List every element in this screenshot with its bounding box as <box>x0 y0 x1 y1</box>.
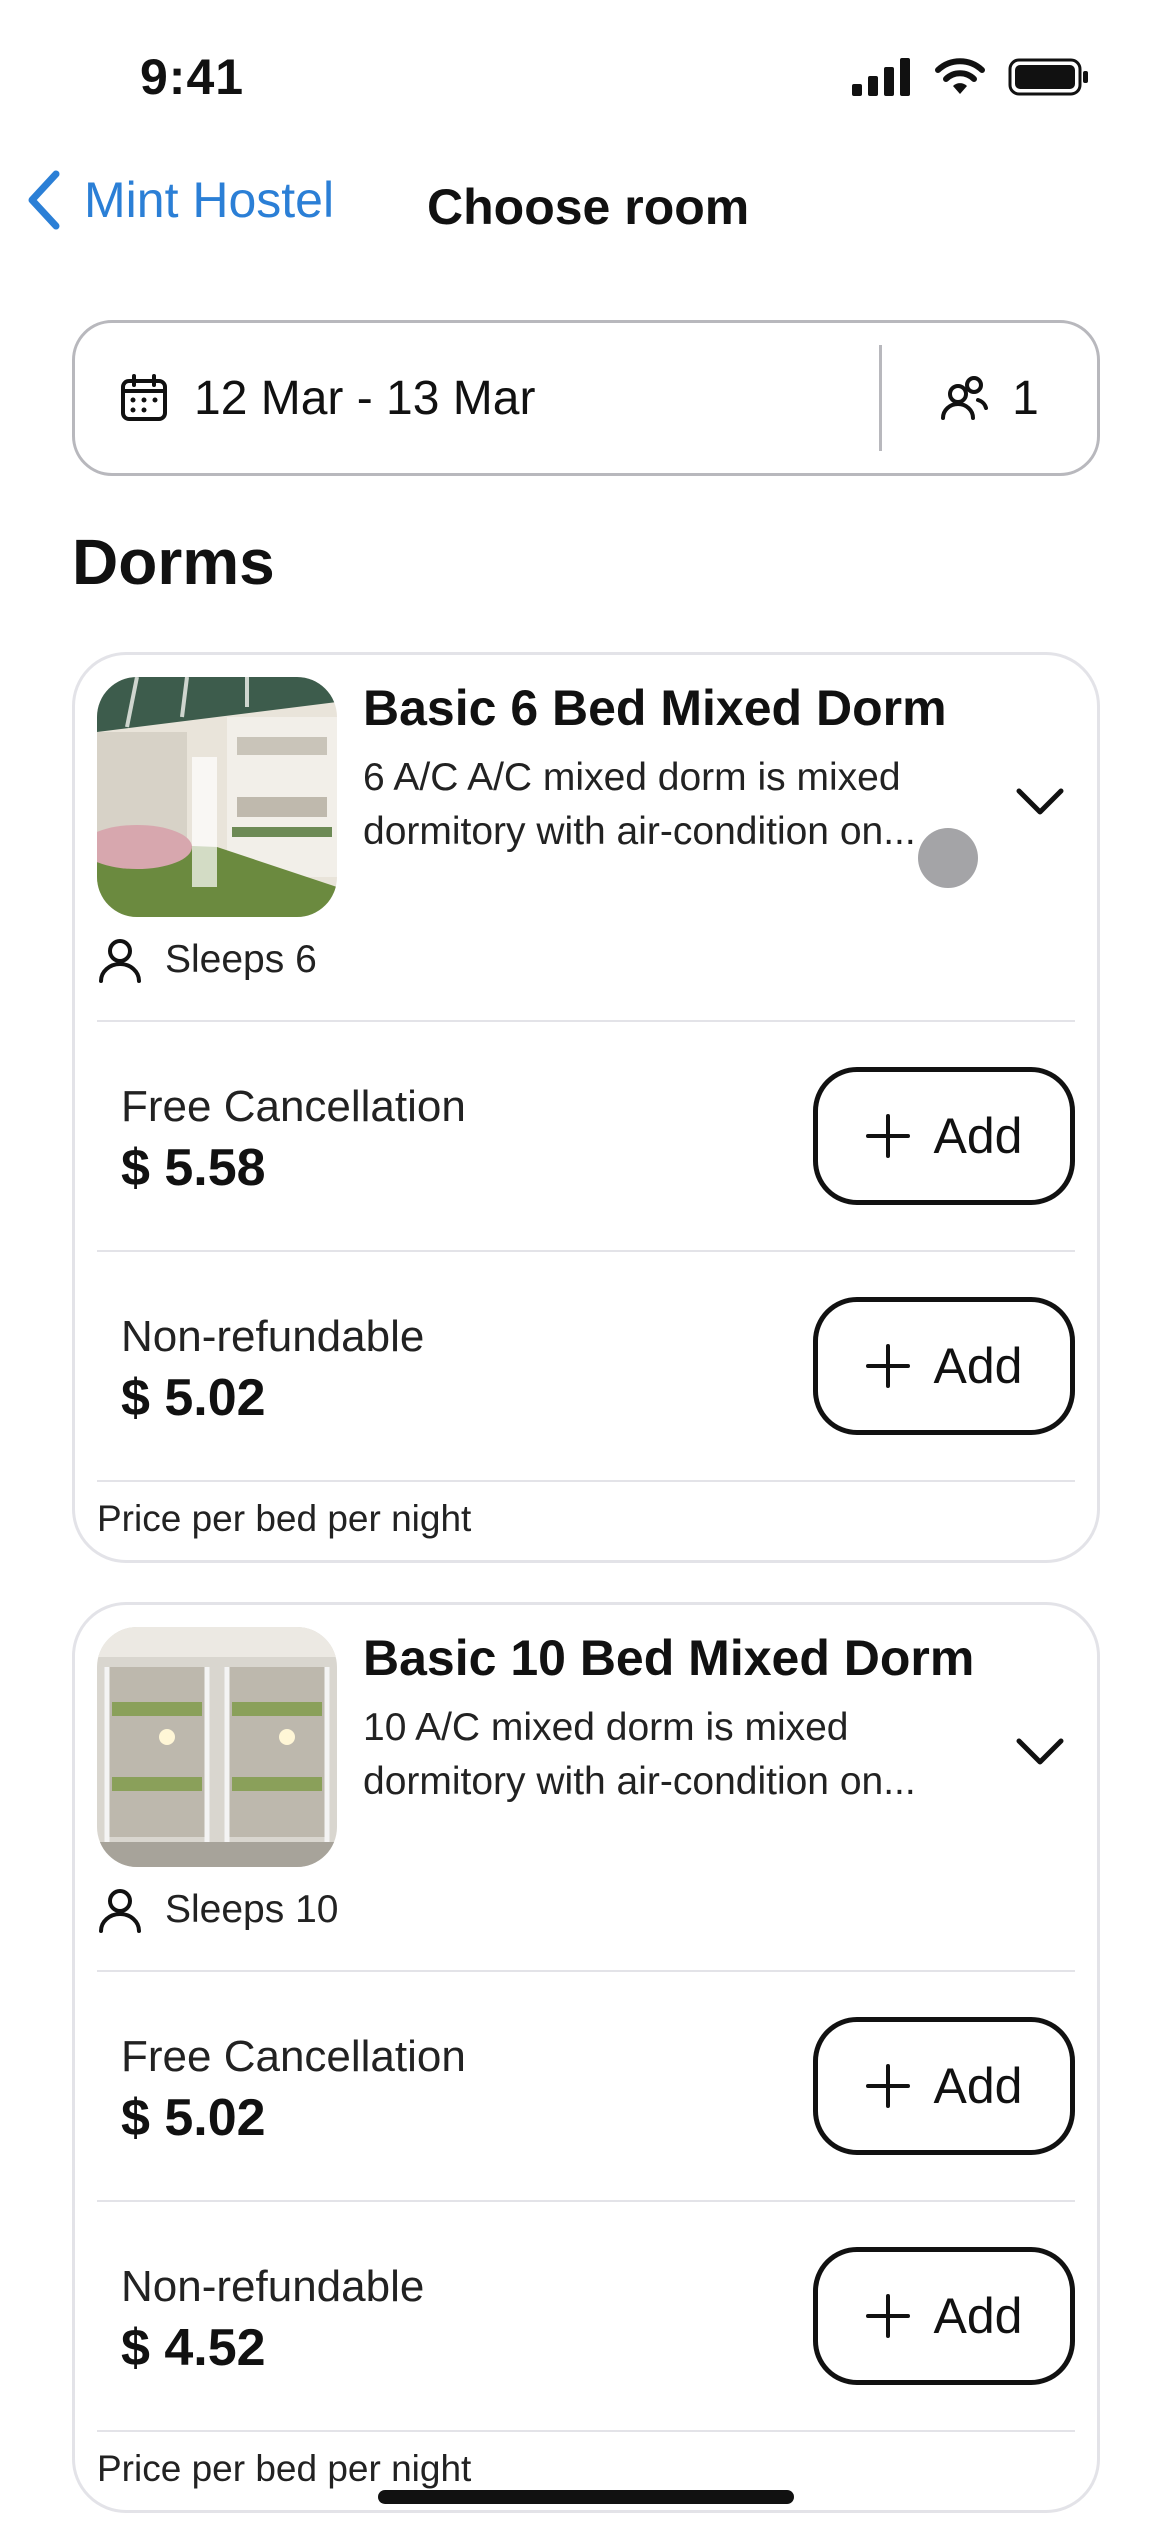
sleeps-text: Sleeps 10 <box>165 1888 339 1931</box>
nav-bar: Mint Hostel Choose room <box>0 160 1170 250</box>
plus-icon <box>865 2294 910 2338</box>
person-icon <box>99 939 141 983</box>
plus-icon <box>865 1344 910 1388</box>
room-description: 10 A/C mixed dorm is mixed dormitory wit… <box>363 1706 916 1803</box>
price-note: Price per bed per night <box>97 2448 472 2489</box>
rate-option: Non-refundable $ 5.02 Add <box>97 1250 1075 1480</box>
rate-label: Free Cancellation <box>121 1082 466 1131</box>
room-name: Basic 10 Bed Mixed Dorm <box>363 1630 975 1686</box>
guests-selector[interactable]: 1 <box>882 323 1097 473</box>
add-label: Add <box>933 1338 1023 1394</box>
touch-indicator <box>918 828 978 888</box>
guests-icon <box>941 376 989 420</box>
signal-icon <box>852 58 910 96</box>
chevron-left-icon <box>28 170 60 230</box>
add-button[interactable]: Add <box>813 2017 1075 2155</box>
person-icon <box>99 1889 141 1933</box>
rate-label: Free Cancellation <box>121 2032 466 2081</box>
plus-icon <box>865 1114 910 1158</box>
status-time: 9:41 <box>140 49 245 105</box>
battery-icon <box>1008 58 1088 96</box>
room-photo[interactable] <box>97 1627 337 1867</box>
rate-option: Free Cancellation $ 5.02 Add <box>97 1970 1075 2200</box>
date-range-selector[interactable]: 12 Mar - 13 Mar <box>75 323 879 473</box>
add-label: Add <box>933 2058 1023 2114</box>
wifi-icon <box>935 58 985 94</box>
rate-price: $ 4.52 <box>121 2319 266 2377</box>
plus-icon <box>865 2064 910 2108</box>
expand-room-button[interactable] <box>1005 1717 1075 1787</box>
rate-price: $ 5.58 <box>121 1139 266 1197</box>
rate-option: Free Cancellation $ 5.58 Add <box>97 1020 1075 1250</box>
status-bar: 9:41 <box>0 0 1170 150</box>
room-card: Basic 6 Bed Mixed Dorm 6 A/C A/C mixed d… <box>72 652 1100 1563</box>
back-button[interactable]: Mint Hostel <box>26 170 334 230</box>
rate-price: $ 5.02 <box>121 1369 266 1427</box>
add-label: Add <box>933 2288 1023 2344</box>
sleeps-text: Sleeps 6 <box>165 938 317 981</box>
card-footer: Price per bed per night <box>97 1480 1075 1560</box>
section-title: Dorms <box>72 526 275 598</box>
add-label: Add <box>933 1108 1023 1164</box>
chevron-down-icon <box>1016 788 1064 815</box>
sleeps-info: Sleeps 6 <box>97 937 317 983</box>
back-label: Mint Hostel <box>84 172 335 228</box>
chevron-down-icon <box>1016 1738 1064 1765</box>
room-description: 6 A/C A/C mixed dorm is mixed dormitory … <box>363 756 916 853</box>
add-button[interactable]: Add <box>813 2247 1075 2385</box>
rate-label: Non-refundable <box>121 2262 425 2311</box>
page-title: Choose room <box>427 179 750 235</box>
room-name: Basic 6 Bed Mixed Dorm <box>363 680 947 736</box>
room-photo[interactable] <box>97 677 337 917</box>
status-icons <box>852 58 1090 96</box>
rate-option: Non-refundable $ 4.52 Add <box>97 2200 1075 2430</box>
date-guests-bar: 12 Mar - 13 Mar 1 <box>72 320 1100 476</box>
expand-room-button[interactable] <box>1005 767 1075 837</box>
add-button[interactable]: Add <box>813 1297 1075 1435</box>
guests-count: 1 <box>1012 371 1039 425</box>
rate-label: Non-refundable <box>121 1312 425 1361</box>
rate-price: $ 5.02 <box>121 2089 266 2147</box>
home-indicator[interactable] <box>378 2490 794 2504</box>
price-note: Price per bed per night <box>97 1498 472 1539</box>
calendar-icon <box>121 374 167 421</box>
date-range-text: 12 Mar - 13 Mar <box>194 371 536 425</box>
room-card: Basic 10 Bed Mixed Dorm 10 A/C mixed dor… <box>72 1602 1100 2513</box>
room-header: Basic 10 Bed Mixed Dorm 10 A/C mixed dor… <box>75 1605 1097 1970</box>
sleeps-info: Sleeps 10 <box>97 1887 338 1933</box>
add-button[interactable]: Add <box>813 1067 1075 1205</box>
